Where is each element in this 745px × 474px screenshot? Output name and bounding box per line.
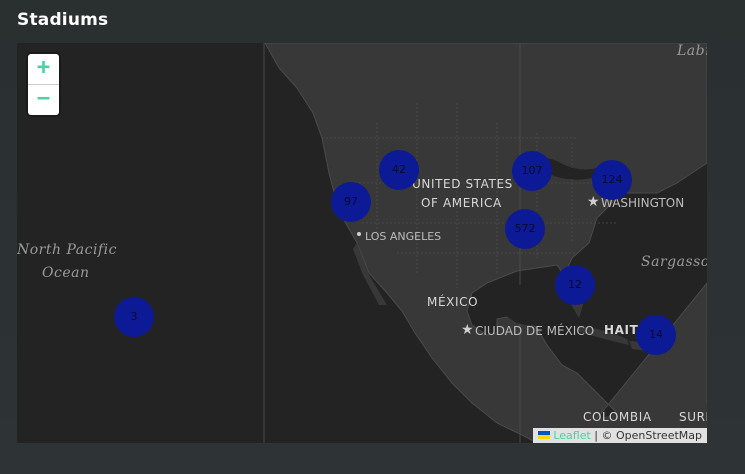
star-icon: ★ [461,322,474,338]
label-ciudad-mexico: CIUDAD DE MÉXICO [475,324,595,338]
attribution-separator: | [590,429,602,442]
attribution: Leaflet | © OpenStreetMap [533,428,707,443]
label-usa-1: UNITED STATES [412,177,513,191]
zoom-control: + − [28,54,59,115]
cluster-marker[interactable]: 124 [592,160,632,200]
label-sargasso: Sargasso [641,254,707,270]
zoom-in-button[interactable]: + [28,54,59,85]
osm-attribution: © OpenStreetMap [601,429,702,442]
label-colombia: COLOMBIA [583,410,652,424]
basemap: ★ ★ [17,43,707,443]
cluster-marker[interactable]: 12 [555,265,595,305]
label-ocean-1: North Pacific [17,242,117,258]
label-usa-2: OF AMERICA [421,196,502,210]
cluster-marker[interactable]: 107 [512,151,552,191]
label-labrador: Labr [677,43,707,59]
zoom-out-button[interactable]: − [28,85,59,115]
map-container[interactable]: ★ ★ UNITED STATES OF AMERICA MÉXICO COLO… [17,43,707,443]
cluster-marker[interactable]: 572 [505,209,545,249]
ukraine-flag-icon [538,431,551,439]
label-los-angeles: LOS ANGELES [365,230,442,243]
star-icon: ★ [587,194,600,210]
label-suriname: SURI [679,410,707,424]
leaflet-link[interactable]: Leaflet [553,429,590,442]
cluster-marker[interactable]: 97 [331,182,371,222]
cluster-marker[interactable]: 42 [379,150,419,190]
panel-title: Stadiums [17,10,109,30]
label-ocean-2: Ocean [42,265,90,281]
label-mexico: MÉXICO [427,295,479,309]
cluster-marker[interactable]: 3 [114,297,154,337]
city-dot [357,232,361,236]
cluster-marker[interactable]: 14 [636,315,676,355]
